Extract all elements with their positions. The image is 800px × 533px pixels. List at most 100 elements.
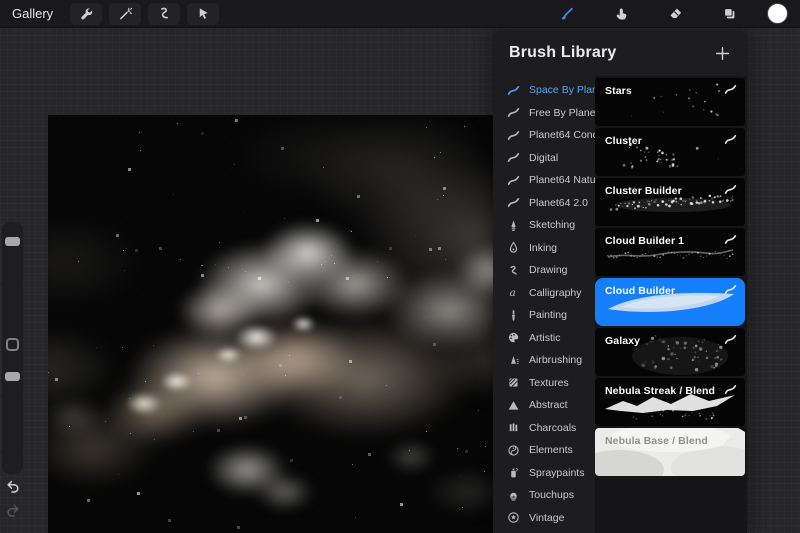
brush-stroke-icon (506, 106, 520, 120)
category-airbrushing[interactable]: Airbrushing (493, 349, 595, 372)
brush-stroke-icon (724, 433, 737, 446)
opacity-slider[interactable] (5, 372, 20, 381)
adjustments-button[interactable] (109, 3, 141, 25)
category-touchups[interactable]: Touchups (493, 484, 595, 507)
layers-button[interactable] (713, 3, 745, 25)
brush-library-header: Brush Library (493, 30, 747, 76)
charcoal-bars-icon (506, 421, 520, 435)
erase-tool-button[interactable] (659, 3, 691, 25)
category-abstract[interactable]: Abstract (493, 394, 595, 417)
category-label: Spraypaints (529, 467, 584, 479)
magic-wand-icon (118, 6, 133, 21)
brush-stroke-icon (724, 283, 737, 296)
canvas-puff-layer (48, 115, 493, 533)
modify-button[interactable] (6, 338, 19, 351)
brush-card-nebula-base-blend[interactable]: Nebula Base / Blend (595, 428, 745, 476)
brush-card-cluster[interactable]: Cluster (595, 128, 745, 176)
brush-card-cloud-builder-1[interactable]: Cloud Builder 1 (595, 228, 745, 276)
painting-brush-icon (506, 308, 520, 322)
category-label: Digital (529, 152, 558, 164)
smudge-tool-button[interactable] (605, 3, 637, 25)
brush-card-galaxy[interactable]: Galaxy (595, 328, 745, 376)
undo-icon (5, 478, 21, 494)
triangle-icon (506, 398, 520, 412)
category-painting[interactable]: Painting (493, 304, 595, 327)
category-charcoals[interactable]: Charcoals (493, 417, 595, 440)
category-label: Abstract (529, 399, 568, 411)
hatch-square-icon (506, 376, 520, 390)
transform-arrow-icon (196, 6, 211, 21)
sidebar-slider-strip[interactable] (2, 222, 23, 474)
brush-stroke-icon (506, 173, 520, 187)
gallery-button[interactable]: Gallery (12, 6, 53, 21)
category-planet64-concept[interactable]: Planet64 Concept (493, 124, 595, 147)
category-space-by-planet64[interactable]: Space By Planet64 (493, 79, 595, 102)
brush-stroke-icon (506, 83, 520, 97)
layers-icon (722, 6, 737, 21)
category-label: Painting (529, 309, 567, 321)
selection-icon (157, 6, 172, 21)
palette-icon (506, 331, 520, 345)
paint-tool-button[interactable] (551, 3, 583, 25)
brush-card-stars[interactable]: Stars (595, 78, 745, 126)
airbrush-icon (506, 353, 520, 367)
category-drawing[interactable]: Drawing (493, 259, 595, 282)
category-label: Sketching (529, 219, 575, 231)
category-textures[interactable]: Textures (493, 372, 595, 395)
category-label: Charcoals (529, 422, 576, 434)
add-brush-button[interactable] (714, 45, 731, 62)
canvas[interactable] (48, 115, 493, 533)
brush-name: Cluster Builder (605, 185, 682, 197)
category-label: Textures (529, 377, 569, 389)
brush-card-cluster-builder[interactable]: Cluster Builder (595, 178, 745, 226)
brush-card-nebula-streak-blend[interactable]: Nebula Streak / Blend (595, 378, 745, 426)
brush-name: Galaxy (605, 335, 640, 347)
color-swatch[interactable] (767, 3, 788, 24)
category-label: Drawing (529, 264, 568, 276)
brush-category-list: Space By Planet64 Free By Planet64 Plane… (493, 76, 595, 533)
actions-button[interactable] (70, 3, 102, 25)
category-label: Touchups (529, 489, 574, 501)
category-label: Vintage (529, 512, 564, 524)
category-label: Elements (529, 444, 573, 456)
brush-name: Stars (605, 85, 632, 97)
category-label: Planet64 2.0 (529, 197, 588, 209)
brush-size-slider[interactable] (5, 237, 20, 246)
category-label: Inking (529, 242, 557, 254)
eraser-icon (668, 6, 683, 21)
category-artistic[interactable]: Artistic (493, 327, 595, 350)
top-toolbar: Gallery (0, 0, 800, 28)
category-spraypaints[interactable]: Spraypaints (493, 462, 595, 485)
brush-stroke-icon (506, 151, 520, 165)
element-circle-icon (506, 443, 520, 457)
brush-stroke-icon (724, 133, 737, 146)
wrench-icon (79, 6, 94, 21)
brush-card-cloud-builder[interactable]: Cloud Builder (595, 278, 745, 326)
makeup-brush-icon (506, 488, 520, 502)
brush-name: Cluster (605, 135, 642, 147)
toolbar-right-group (529, 3, 788, 25)
brush-stroke-icon (724, 383, 737, 396)
squiggle-icon (506, 263, 520, 277)
star-circle-icon (506, 511, 520, 525)
transform-button[interactable] (187, 3, 219, 25)
category-free-by-planet64[interactable]: Free By Planet64 (493, 102, 595, 125)
category-sketching[interactable]: Sketching (493, 214, 595, 237)
category-calligraphy[interactable]: a Calligraphy (493, 282, 595, 305)
pencil-tip-icon (506, 218, 520, 232)
brush-card-list: Stars Cluster Cluster Builder Cloud Buil… (595, 76, 747, 533)
category-planet64-nature[interactable]: Planet64 Nature (493, 169, 595, 192)
brush-library-body: Space By Planet64 Free By Planet64 Plane… (493, 76, 747, 533)
redo-button[interactable] (5, 502, 21, 518)
calligraphy-a-icon: a (506, 286, 520, 300)
category-digital[interactable]: Digital (493, 147, 595, 170)
category-planet64-2-0[interactable]: Planet64 2.0 (493, 192, 595, 215)
category-inking[interactable]: Inking (493, 237, 595, 260)
category-vintage[interactable]: Vintage (493, 507, 595, 530)
category-label: Planet64 Nature (529, 174, 605, 186)
brush-stroke-icon (724, 83, 737, 96)
undo-button[interactable] (5, 478, 21, 494)
smudge-finger-icon (614, 6, 629, 21)
category-elements[interactable]: Elements (493, 439, 595, 462)
selection-button[interactable] (148, 3, 180, 25)
